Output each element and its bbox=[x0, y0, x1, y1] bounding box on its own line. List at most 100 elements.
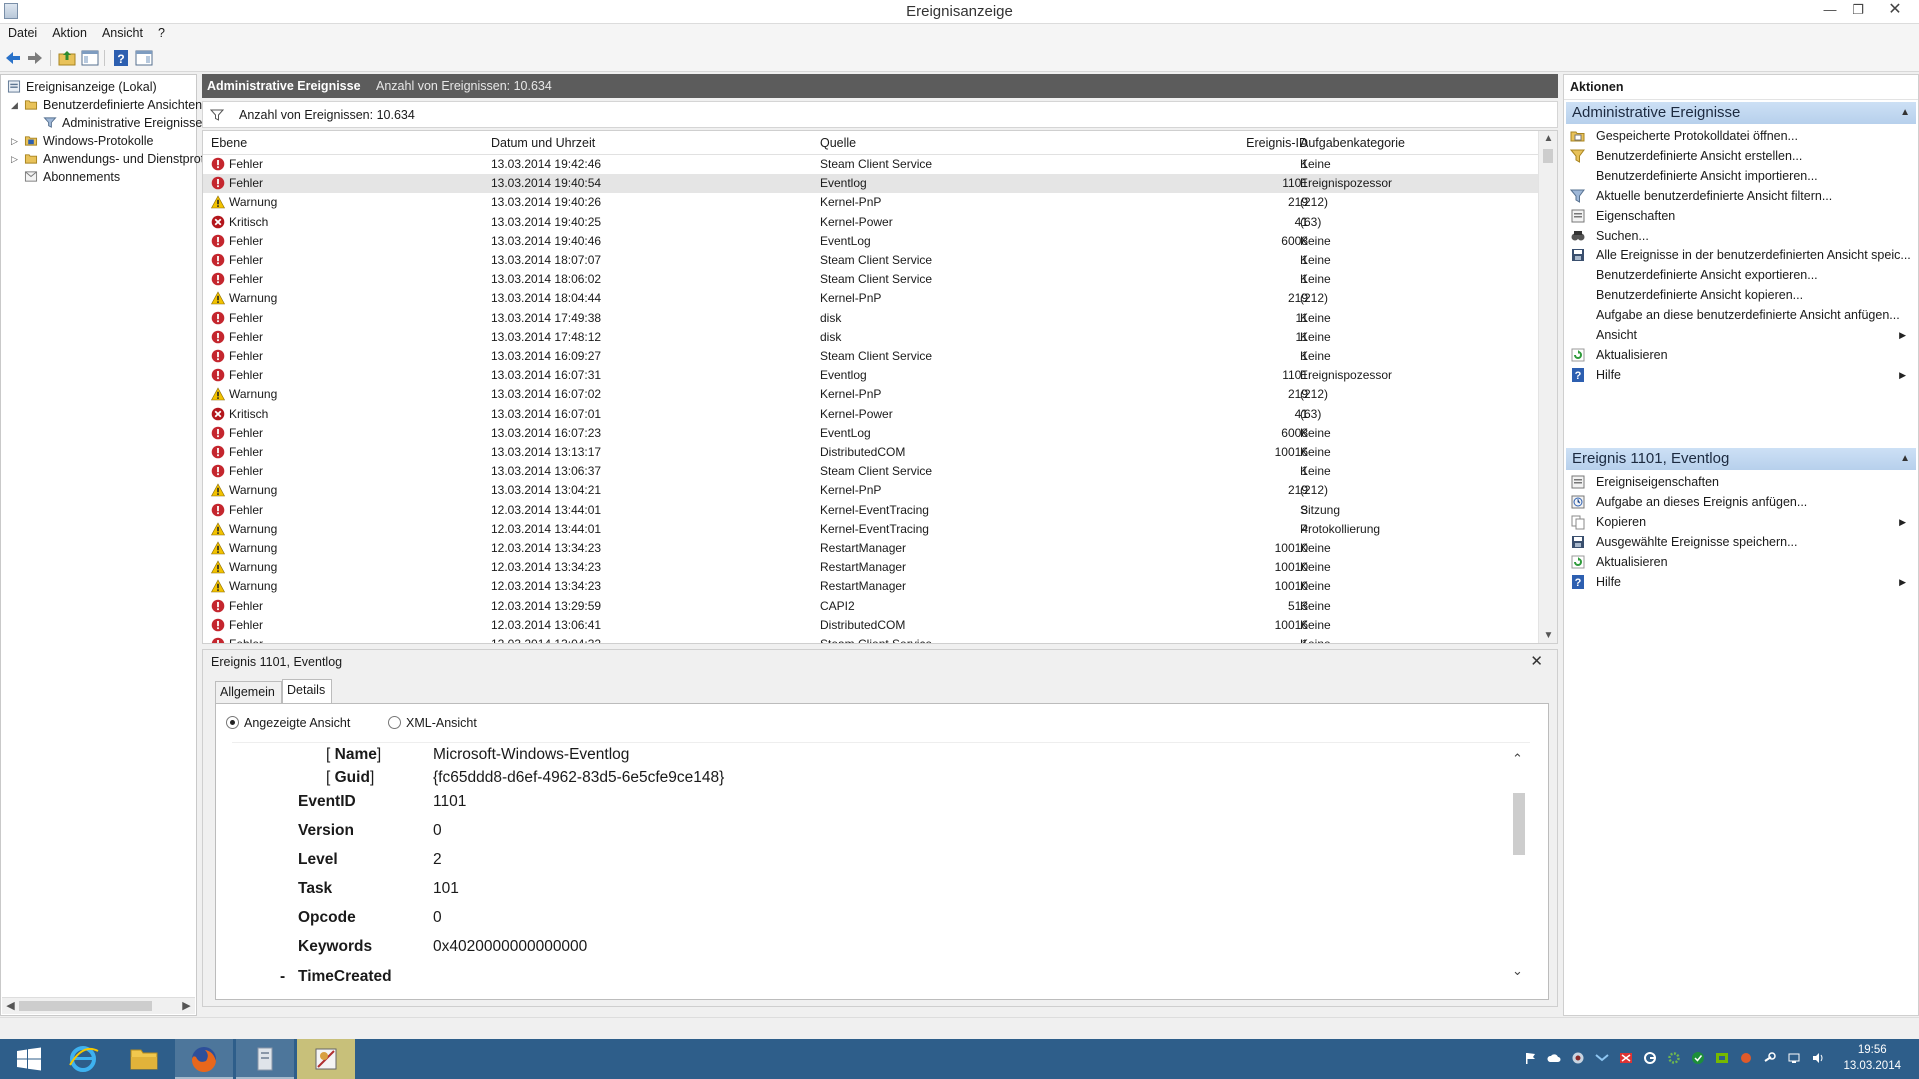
forward-arrow-icon[interactable] bbox=[25, 48, 45, 68]
event-row[interactable]: Warnung 12.03.2014 13:44:01 Kernel-EventTr… bbox=[203, 520, 1538, 539]
action-item[interactable]: Benutzerdefinierte Ansicht exportieren..… bbox=[1570, 265, 1910, 285]
flag-tray-icon[interactable] bbox=[1523, 1051, 1537, 1065]
action-item[interactable]: Suchen... bbox=[1570, 226, 1910, 246]
circle-tray-icon[interactable] bbox=[1571, 1051, 1585, 1065]
time-created-toggle[interactable]: - bbox=[280, 968, 285, 986]
show-hide-tree-icon[interactable] bbox=[80, 48, 100, 68]
event-row[interactable]: Warnung 13.03.2014 13:04:21 Kernel-PnP 219(… bbox=[203, 481, 1538, 500]
collapsed-triangle-icon[interactable]: ▷ bbox=[11, 136, 18, 147]
event-row[interactable]: Fehler 13.03.2014 19:40:54 Eventlog 1101 Ere… bbox=[203, 174, 1538, 194]
tree-item-administrative-events[interactable]: Administrative Ereignisse bbox=[43, 114, 202, 132]
taskbar-internet-explorer[interactable] bbox=[54, 1039, 112, 1079]
event-row[interactable]: Fehler 13.03.2014 19:40:46 EventLog 6008 Kei… bbox=[203, 232, 1538, 251]
grid-vertical-scrollbar[interactable]: ▲ ▼ bbox=[1538, 131, 1557, 643]
event-row[interactable]: Fehler 13.03.2014 18:07:07 Steam Client Se… bbox=[203, 251, 1538, 270]
event-row[interactable]: Fehler 13.03.2014 18:06:02 Steam Client Se… bbox=[203, 270, 1538, 289]
action-item[interactable]: Ansicht ▶ bbox=[1570, 325, 1910, 345]
action-item[interactable]: Benutzerdefinierte Ansicht importieren..… bbox=[1570, 166, 1910, 186]
event-row[interactable]: Warnung 13.03.2014 16:07:02 Kernel-PnP 219(… bbox=[203, 385, 1538, 404]
scroll-left-arrow-icon[interactable]: ◀ bbox=[2, 998, 19, 1015]
event-row[interactable]: Fehler 13.03.2014 16:07:31 Eventlog 1101 Ere… bbox=[203, 366, 1538, 385]
event-row[interactable]: Fehler 13.03.2014 16:09:27 Steam Client Se… bbox=[203, 347, 1538, 366]
steam-tray-icon[interactable] bbox=[1763, 1051, 1777, 1065]
radio-friendly-view[interactable]: Angezeigte Ansicht bbox=[226, 716, 350, 730]
action-item[interactable]: Benutzerdefinierte Ansicht kopieren... bbox=[1570, 285, 1910, 305]
tree-horizontal-scrollbar[interactable]: ◀ ▶ bbox=[2, 997, 195, 1014]
taskbar-clock[interactable]: 19:56 13.03.2014 bbox=[1843, 1042, 1901, 1074]
action-item[interactable]: Alle Ereignisse in der benutzerdefiniert… bbox=[1570, 245, 1911, 265]
scroll-up-arrow-icon[interactable]: ▲ bbox=[1539, 133, 1557, 144]
action-item[interactable]: Aktualisieren bbox=[1570, 552, 1910, 572]
taskbar-firefox[interactable] bbox=[175, 1039, 233, 1079]
menu-ansicht[interactable]: Ansicht bbox=[94, 24, 150, 40]
tree-item-subscriptions[interactable]: Abonnements bbox=[24, 168, 120, 186]
action-item[interactable]: Ereigniseigenschaften bbox=[1570, 472, 1910, 492]
action-item[interactable]: Gespeicherte Protokolldatei öffnen... bbox=[1570, 126, 1910, 146]
restore-button[interactable]: ❐ bbox=[1843, 0, 1873, 22]
antivirus-tray-icon[interactable] bbox=[1619, 1051, 1633, 1065]
action-item[interactable]: Ausgewählte Ereignisse speichern... bbox=[1570, 532, 1910, 552]
volume-tray-icon[interactable] bbox=[1811, 1051, 1825, 1065]
event-row[interactable]: Fehler 12.03.2014 13:29:59 CAPI2 513 Keine bbox=[203, 597, 1538, 616]
actions-section-event[interactable]: Ereignis 1101, Eventlog ▲ bbox=[1566, 448, 1916, 470]
action-item[interactable]: ? Hilfe ▶ bbox=[1570, 572, 1910, 592]
scroll-up-chevron-icon[interactable]: ⌃ bbox=[1512, 751, 1523, 767]
close-button[interactable]: ✕ bbox=[1880, 0, 1910, 22]
minimize-button[interactable]: — bbox=[1815, 0, 1845, 22]
column-header-level[interactable]: Ebene bbox=[211, 136, 247, 150]
column-header-date[interactable]: Datum und Uhrzeit bbox=[491, 136, 595, 150]
nvidia-tray-icon[interactable] bbox=[1715, 1051, 1729, 1065]
event-row[interactable]: Fehler 12.03.2014 13:06:41 DistributedCOM 1… bbox=[203, 616, 1538, 635]
event-row[interactable]: Warnung 13.03.2014 18:04:44 Kernel-PnP 219(… bbox=[203, 289, 1538, 308]
event-row[interactable]: Fehler 13.03.2014 13:13:17 DistributedCOM 1… bbox=[203, 443, 1538, 462]
expand-triangle-icon[interactable]: ◢ bbox=[11, 100, 18, 111]
tab-details[interactable]: Details bbox=[282, 679, 332, 703]
details-vertical-scrollbar[interactable]: ⌃ ⌄ bbox=[1508, 743, 1530, 986]
g-tray-icon[interactable] bbox=[1643, 1051, 1657, 1065]
action-item[interactable]: Eigenschaften bbox=[1570, 206, 1910, 226]
mail-tray-icon[interactable] bbox=[1595, 1051, 1609, 1065]
action-item[interactable]: Benutzerdefinierte Ansicht erstellen... bbox=[1570, 146, 1910, 166]
tree-item-windows-logs[interactable]: Windows-Protokolle bbox=[24, 132, 153, 150]
event-row[interactable]: Fehler 13.03.2014 16:07:23 EventLog 6008 Kei… bbox=[203, 424, 1538, 443]
action-item[interactable]: ? Hilfe ▶ bbox=[1570, 365, 1910, 385]
actions-section-administrative-events[interactable]: Administrative Ereignisse ▲ bbox=[1566, 102, 1916, 124]
action-item[interactable]: Aktualisieren bbox=[1570, 345, 1910, 365]
close-detail-icon[interactable]: ✕ bbox=[1530, 652, 1543, 670]
event-row[interactable]: Fehler 12.03.2014 13:44:01 Kernel-EventTra… bbox=[203, 501, 1538, 520]
network-tray-icon[interactable] bbox=[1787, 1051, 1801, 1065]
action-item[interactable]: Kopieren ▶ bbox=[1570, 512, 1910, 532]
cloud-tray-icon[interactable] bbox=[1547, 1051, 1561, 1065]
scroll-thumb[interactable] bbox=[19, 1001, 152, 1011]
scroll-right-arrow-icon[interactable]: ▶ bbox=[178, 998, 195, 1015]
event-row[interactable]: Kritisch 13.03.2014 19:40:25 Kernel-Power 4… bbox=[203, 213, 1538, 232]
taskbar-file-explorer[interactable] bbox=[115, 1039, 173, 1079]
gear-tray-icon[interactable] bbox=[1667, 1051, 1681, 1065]
event-row[interactable]: Warnung 12.03.2014 13:34:23 RestartManager… bbox=[203, 577, 1538, 596]
menu-datei[interactable]: Datei bbox=[0, 24, 44, 40]
collapse-section-icon[interactable]: ▲ bbox=[1900, 448, 1910, 470]
event-row[interactable]: Warnung 13.03.2014 19:40:26 Kernel-PnP 219(… bbox=[203, 193, 1538, 212]
tree-item-local[interactable]: Ereignisanzeige (Lokal) bbox=[7, 78, 157, 96]
event-row[interactable]: Fehler 12.03.2014 13:04:32 Steam Client Se… bbox=[203, 635, 1538, 643]
event-row[interactable]: Fehler 13.03.2014 13:06:37 Steam Client Se… bbox=[203, 462, 1538, 481]
scroll-down-arrow-icon[interactable]: ▼ bbox=[1539, 630, 1557, 641]
menu-help[interactable]: ? bbox=[150, 24, 172, 40]
scroll-down-chevron-icon[interactable]: ⌄ bbox=[1512, 963, 1523, 979]
column-header-task-category[interactable]: Aufgabenkategorie bbox=[1300, 136, 1405, 150]
event-row[interactable]: Kritisch 13.03.2014 16:07:01 Kernel-Power 4… bbox=[203, 405, 1538, 424]
event-row[interactable]: Warnung 12.03.2014 13:34:23 RestartManager… bbox=[203, 558, 1538, 577]
taskbar-app-window[interactable] bbox=[236, 1039, 294, 1079]
event-row[interactable]: Fehler 13.03.2014 17:49:38 disk 11 Keine bbox=[203, 309, 1538, 328]
collapse-section-icon[interactable]: ▲ bbox=[1900, 102, 1910, 124]
start-button[interactable] bbox=[0, 1039, 58, 1079]
action-item[interactable]: Aufgabe an dieses Ereignis anfügen... bbox=[1570, 492, 1910, 512]
tab-general[interactable]: Allgemein bbox=[215, 681, 282, 703]
event-row[interactable]: Fehler 13.03.2014 17:48:12 disk 11 Keine bbox=[203, 328, 1538, 347]
back-arrow-icon[interactable] bbox=[3, 48, 23, 68]
red-tray-icon[interactable] bbox=[1739, 1051, 1753, 1065]
action-item[interactable]: Aktuelle benutzerdefinierte Ansicht filt… bbox=[1570, 186, 1910, 206]
tree-item-custom-views[interactable]: Benutzerdefinierte Ansichten bbox=[24, 96, 202, 114]
column-header-source[interactable]: Quelle bbox=[820, 136, 856, 150]
show-hide-action-pane-icon[interactable] bbox=[134, 48, 154, 68]
